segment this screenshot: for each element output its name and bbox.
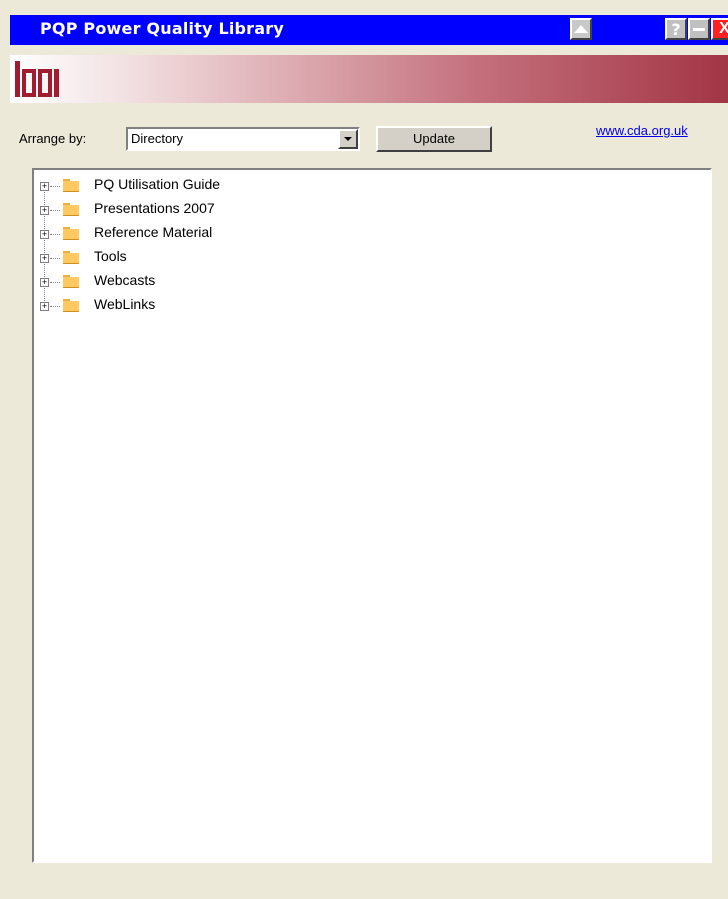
up-arrow-icon: [574, 25, 588, 33]
tree-item-label: Presentations 2007: [94, 200, 215, 216]
cda-website-link[interactable]: www.cda.org.uk: [596, 123, 688, 138]
rollup-button[interactable]: [570, 18, 592, 40]
update-button[interactable]: Update: [376, 126, 492, 152]
tree-item-label: Reference Material: [94, 224, 213, 240]
arrange-by-label: Arrange by:: [19, 131, 87, 146]
window-title: PQP Power Quality Library: [40, 19, 284, 38]
folder-icon: [63, 299, 79, 312]
tree-connector: [50, 210, 60, 211]
expand-plus-icon[interactable]: +: [40, 182, 49, 191]
dropdown-button[interactable]: [338, 129, 358, 149]
tree-item-label: Webcasts: [94, 272, 156, 288]
tree-item-tools[interactable]: + Tools: [34, 248, 434, 277]
tree-connector: [50, 186, 60, 187]
close-button[interactable]: X: [711, 18, 728, 40]
chevron-down-icon: [344, 137, 352, 141]
minimize-button[interactable]: [688, 18, 710, 40]
tree-item-label: Tools: [94, 248, 127, 264]
tree-item-presentations-2007[interactable]: + Presentations 2007: [34, 200, 434, 229]
lpqi-logo: [15, 61, 59, 97]
arrange-by-select[interactable]: Directory: [126, 127, 360, 151]
banner: [10, 55, 728, 103]
expand-plus-icon[interactable]: +: [40, 278, 49, 287]
folder-icon: [63, 251, 79, 264]
help-button[interactable]: ?: [665, 18, 687, 40]
tree-item-webcasts[interactable]: + Webcasts: [34, 272, 434, 301]
folder-icon: [63, 203, 79, 216]
folder-icon: [63, 227, 79, 240]
directory-tree[interactable]: + PQ Utilisation Guide + Presentations 2…: [32, 168, 712, 863]
tree-connector: [50, 282, 60, 283]
tree-connector: [50, 306, 60, 307]
tree-connector: [50, 234, 60, 235]
tree-item-reference-material[interactable]: + Reference Material: [34, 224, 434, 253]
expand-plus-icon[interactable]: +: [40, 230, 49, 239]
minimize-icon: [693, 27, 705, 31]
expand-plus-icon[interactable]: +: [40, 302, 49, 311]
expand-plus-icon[interactable]: +: [40, 206, 49, 215]
folder-icon: [63, 275, 79, 288]
folder-icon: [63, 179, 79, 192]
title-bar[interactable]: PQP Power Quality Library ? X: [10, 15, 728, 45]
tree-connector: [50, 258, 60, 259]
tree-item-label: WebLinks: [94, 296, 156, 312]
tree-item-label: PQ Utilisation Guide: [94, 176, 221, 192]
arrange-by-value: Directory: [131, 131, 184, 146]
tree-item-pq-utilisation-guide[interactable]: + PQ Utilisation Guide: [34, 176, 434, 205]
tree-item-weblinks[interactable]: + WebLinks: [34, 296, 434, 320]
expand-plus-icon[interactable]: +: [40, 254, 49, 263]
